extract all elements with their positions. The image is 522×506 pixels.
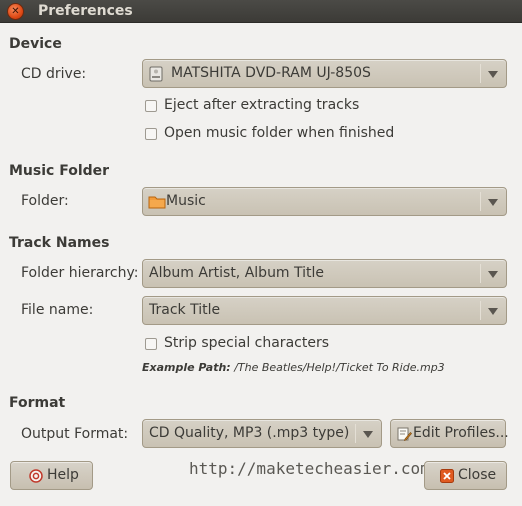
cd-drive-value: MATSHITA DVD-RAM UJ-850S — [171, 65, 371, 81]
open-folder-label: Open music folder when finished — [164, 125, 395, 141]
output-format-combo[interactable]: CD Quality, MP3 (.mp3 type) — [142, 419, 382, 448]
strip-characters-checkbox[interactable] — [145, 338, 157, 350]
output-format-value: CD Quality, MP3 (.mp3 type) — [149, 425, 350, 441]
close-button[interactable]: Close — [424, 461, 507, 490]
chevron-down-icon — [488, 71, 498, 78]
folder-icon — [148, 194, 166, 214]
optical-drive-icon — [149, 66, 163, 86]
file-name-combo[interactable]: Track Title — [142, 296, 507, 325]
combo-separator — [355, 424, 356, 443]
output-format-label: Output Format: — [21, 426, 129, 442]
help-icon — [29, 469, 43, 487]
open-folder-checkbox[interactable] — [145, 128, 157, 140]
cd-drive-combo[interactable]: MATSHITA DVD-RAM UJ-850S — [142, 59, 507, 88]
eject-checkbox[interactable] — [145, 100, 157, 112]
combo-separator — [480, 264, 481, 283]
chevron-down-icon — [488, 271, 498, 278]
watermark-text: http://maketecheasier.com — [189, 459, 430, 478]
edit-icon — [397, 427, 412, 446]
edit-profiles-button[interactable]: Edit Profiles... — [390, 419, 509, 448]
eject-label: Eject after extracting tracks — [164, 97, 360, 113]
format-heading: Format — [9, 395, 66, 411]
folder-label: Folder: — [21, 193, 69, 209]
strip-characters-label: Strip special characters — [164, 335, 329, 351]
folder-hierarchy-combo[interactable]: Album Artist, Album Title — [142, 259, 507, 288]
window-title: Preferences — [38, 3, 133, 19]
chevron-down-icon — [363, 431, 373, 438]
help-button[interactable]: Help — [10, 461, 93, 490]
combo-separator — [480, 301, 481, 320]
chevron-down-icon — [488, 199, 498, 206]
example-path-prefix: Example Path: — [142, 361, 231, 374]
edit-profiles-label: Edit Profiles... — [413, 425, 509, 441]
cd-drive-label: CD drive: — [21, 66, 87, 82]
combo-separator — [480, 64, 481, 83]
title-bar: ✕ Preferences — [0, 0, 522, 23]
close-label: Close — [458, 467, 497, 483]
folder-hierarchy-label: Folder hierarchy: — [21, 265, 139, 281]
music-folder-heading: Music Folder — [9, 163, 110, 179]
window-close-icon[interactable]: ✕ — [7, 3, 24, 20]
close-icon — [440, 469, 454, 487]
folder-hierarchy-value: Album Artist, Album Title — [149, 265, 325, 281]
track-names-heading: Track Names — [9, 235, 110, 251]
file-name-value: Track Title — [149, 302, 221, 318]
chevron-down-icon — [488, 308, 498, 315]
folder-value: Music — [166, 193, 206, 209]
folder-combo[interactable]: Music — [142, 187, 507, 216]
example-path-value: /The Beatles/Help!/Ticket To Ride.mp3 — [234, 361, 445, 374]
combo-separator — [480, 192, 481, 211]
preferences-window: ✕ Preferences Device CD drive: MATSHITA … — [0, 0, 522, 506]
file-name-label: File name: — [21, 302, 94, 318]
help-label: Help — [47, 467, 79, 483]
device-heading: Device — [9, 36, 62, 52]
example-path: Example Path: /The Beatles/Help!/Ticket … — [142, 361, 445, 374]
